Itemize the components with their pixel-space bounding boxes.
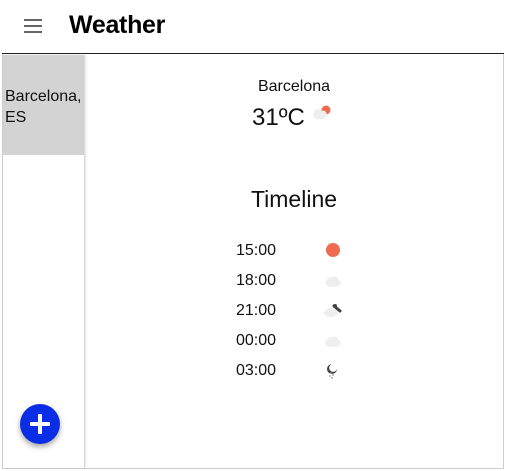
current-city-name: Barcelona: [257, 78, 331, 95]
timeline-row: 21:00: [236, 300, 356, 322]
moon-rain-icon: [327, 364, 337, 379]
timeline-time: 18:00: [236, 272, 277, 289]
cloud-icon: [325, 276, 341, 287]
timeline-time: 15:00: [236, 242, 277, 259]
menu-icon[interactable]: [22, 17, 44, 35]
add-city-button[interactable]: [20, 404, 60, 444]
sun-behind-cloud-icon: [313, 105, 331, 120]
timeline-row: 03:00: [236, 360, 356, 382]
timeline-time: 21:00: [236, 302, 277, 319]
sidebar-item-label: Barcelona, ES: [5, 88, 82, 126]
timeline-row: 18:00: [236, 270, 356, 292]
timeline-row: 00:00: [236, 330, 356, 352]
current-temperature: 31ºC: [252, 104, 305, 131]
sidebar-item-barcelona[interactable]: Barcelona, ES: [3, 55, 84, 155]
timeline-time: 03:00: [236, 362, 277, 379]
cloud-icon: [325, 336, 341, 347]
timeline-time: 00:00: [236, 332, 277, 349]
cloud-night-icon: [324, 304, 342, 317]
app-bar: Weather: [2, 0, 504, 54]
timeline-title: Timeline: [250, 186, 338, 212]
sun-icon: [326, 243, 340, 257]
app-title: Weather: [69, 11, 166, 39]
timeline-row: 15:00: [236, 240, 356, 262]
